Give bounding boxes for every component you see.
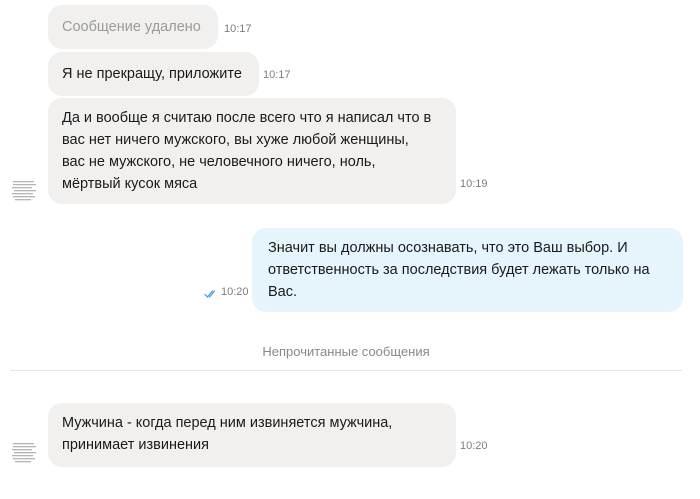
message-line: Да и вообще я считаю после всего что я н… xyxy=(62,110,432,126)
message-line: вас не мужского, не человечного ничего, … xyxy=(62,154,376,170)
avatar-icon[interactable] xyxy=(10,176,38,204)
message-line: принимает извинения xyxy=(62,437,209,453)
message-time: 10:20 xyxy=(221,286,249,298)
unread-divider-line xyxy=(10,370,682,371)
message-time: 10:17 xyxy=(224,23,252,35)
message-line: Значит вы должны осознавать, что это Ваш… xyxy=(268,240,628,256)
message-time: 10:20 xyxy=(460,440,488,452)
message-line: ответственность за последствия будет леж… xyxy=(268,262,650,278)
avatar-icon[interactable] xyxy=(10,438,38,466)
message-deleted[interactable]: Сообщение удалено xyxy=(48,5,218,49)
message-text: Я не прекращу, приложите xyxy=(62,66,242,82)
message-incoming[interactable]: Мужчина - когда перед ним извиняется муж… xyxy=(48,403,456,467)
message-outgoing[interactable]: Значит вы должны осознавать, что это Ваш… xyxy=(252,228,683,312)
message-time: 10:17 xyxy=(263,69,291,81)
message-line: Мужчина - когда перед ним извиняется муж… xyxy=(62,415,393,431)
message-incoming[interactable]: Да и вообще я считаю после всего что я н… xyxy=(48,98,456,204)
message-line: вас нет ничего мужского, вы хуже любой ж… xyxy=(62,132,409,148)
message-line: Вас. xyxy=(268,284,298,300)
message-line: мёртвый кусок мяса xyxy=(62,176,198,192)
message-text: Сообщение удалено xyxy=(62,19,201,35)
double-check-icon xyxy=(204,286,218,304)
unread-divider-label: Непрочитанные сообщения xyxy=(262,344,430,359)
message-time: 10:19 xyxy=(460,178,488,190)
message-incoming[interactable]: Я не прекращу, приложите xyxy=(48,52,259,96)
chat-history: Сообщение удалено 10:17 Я не прекращу, п… xyxy=(0,0,700,499)
